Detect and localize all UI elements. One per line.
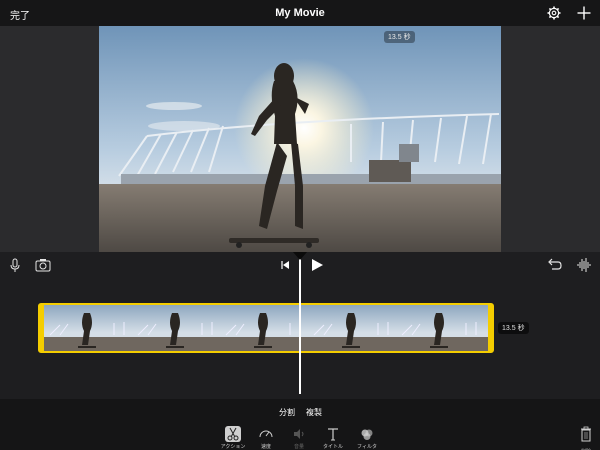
speedometer-icon [259, 430, 273, 438]
speaker-icon [294, 429, 304, 439]
tool-label: アクション [220, 444, 246, 450]
tool-speed[interactable]: 速度 [248, 426, 284, 450]
video-viewer: 13.5 秒 [0, 26, 600, 252]
playhead-marker [293, 252, 307, 260]
tool-label: フィルタ [357, 444, 377, 450]
gear-icon[interactable] [547, 6, 561, 20]
trash-icon [581, 426, 591, 442]
bottom-toolbar: 分割 複製 アクション 速度 音量 タイトル フィルタ [0, 399, 600, 450]
microphone-icon[interactable] [6, 256, 24, 274]
tool-label: タイトル [322, 444, 343, 450]
video-preview[interactable]: 13.5 秒 [99, 26, 501, 252]
delete-button[interactable]: 削除 [577, 426, 595, 450]
tool-actions[interactable]: アクション [215, 426, 251, 450]
top-bar: 完了 My Movie [0, 0, 600, 26]
filter-icon [361, 429, 373, 440]
duplicate-button[interactable]: 複製 [306, 407, 322, 418]
add-icon[interactable] [576, 5, 592, 21]
tool-titles[interactable]: タイトル [315, 426, 351, 450]
skip-to-start-icon[interactable] [276, 256, 294, 274]
clip-duration-badge: 13.5 秒 [498, 322, 529, 334]
camera-icon[interactable] [34, 256, 52, 274]
project-title: My Movie [275, 7, 325, 19]
scissors-icon [225, 426, 241, 442]
audio-waveform-icon[interactable] [575, 256, 593, 274]
tool-label: 音量 [293, 444, 304, 450]
duration-badge: 13.5 秒 [384, 31, 415, 43]
play-icon[interactable] [308, 256, 326, 274]
tool-volume: 音量 [281, 426, 317, 450]
undo-icon[interactable] [545, 256, 563, 274]
title-icon [328, 428, 338, 441]
split-button[interactable]: 分割 [279, 407, 295, 418]
playhead[interactable] [299, 256, 301, 394]
tool-label: 速度 [260, 444, 271, 450]
video-clip[interactable] [38, 303, 494, 353]
tool-filters[interactable]: フィルタ [349, 426, 385, 450]
